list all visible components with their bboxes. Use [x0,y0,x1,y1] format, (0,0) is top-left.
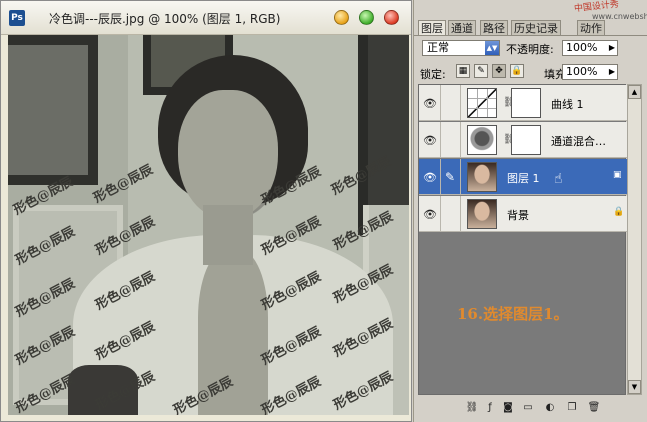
new-layer-icon[interactable]: ❐ [564,400,580,416]
tab-actions[interactable]: 动作 [577,20,605,36]
new-adjustment-layer-icon[interactable]: ◐ [542,400,558,416]
document-title: 冷色调---辰辰.jpg @ 100% (图层 1, RGB) [49,12,281,26]
tab-paths[interactable]: 路径 [480,20,508,36]
blend-mode-value: 正常 [427,41,449,54]
tab-layers[interactable]: 图层 [418,20,446,36]
scroll-down-icon[interactable]: ▼ [628,380,641,394]
chevron-right-icon[interactable]: ▶ [609,41,615,55]
layers-list: 👁 ⛓ 曲线 1 👁 ⛓ 通道混合… 👁 ✎ 图层 1 ☝ ▣ 👁 背景 🔒 1… [418,84,627,395]
image-canvas[interactable]: 形色@辰辰 形色@辰辰 形色@辰辰 形色@辰辰 形色@辰辰 形色@辰辰 形色@辰… [8,35,409,415]
layer-mask-thumbnail[interactable] [511,88,541,118]
lock-icon: 🔒 [613,207,625,217]
layer-style-fx-icon[interactable]: ƒ [482,400,498,416]
tutorial-step-note: 16.选择图层1。 [457,305,569,323]
brush-icon: ✎ [445,170,456,184]
lock-position-move-icon[interactable]: ✥ [492,64,506,78]
visibility-toggle[interactable]: 👁 [419,122,441,158]
layer-name: 背景 [507,209,529,222]
chevron-down-icon[interactable]: ▲▼ [485,41,499,55]
visibility-toggle[interactable]: 👁 [419,159,441,195]
layer-name: 曲线 1 [551,98,584,111]
tabs-divider [414,35,647,36]
delete-layer-trash-icon[interactable]: 🗑 [586,400,602,416]
layer-name: 通道混合… [551,135,606,148]
tab-history[interactable]: 历史记录 [511,20,561,36]
layers-panel: 中国设计秀 www.cnwebshow.com 图层 通道 路径 历史记录 动作… [413,0,647,422]
lock-transparency-icon[interactable]: ▦ [456,64,470,78]
link-cell[interactable]: ✎ [441,159,461,195]
layer-name: 图层 1 [507,172,540,185]
opacity-input[interactable]: 100% ▶ [562,40,618,56]
blend-mode-select[interactable]: 正常 ▲▼ [422,40,500,56]
new-group-folder-icon[interactable]: ▭ [520,400,536,416]
layer-row[interactable]: 👁 背景 🔒 [419,196,627,232]
layers-empty-area: 16.选择图层1。 [419,233,625,394]
layer-style-icon: ▣ [613,170,622,180]
link-cell[interactable] [441,85,461,121]
tab-channels[interactable]: 通道 [448,20,476,36]
eye-icon[interactable]: 👁 [423,97,437,110]
layer-thumbnail[interactable] [467,162,497,192]
channel-mixer-thumbnail[interactable] [467,125,497,155]
opacity-value: 100% [566,41,598,54]
photo-window-frame [8,35,98,185]
chevron-right-icon[interactable]: ▶ [609,65,615,79]
maximize-button[interactable] [359,10,374,25]
photoshop-app-icon: Ps [9,10,25,26]
layer-row[interactable]: 👁 ⛓ 曲线 1 [419,85,627,121]
lock-label: 锁定: [420,68,446,81]
link-cell[interactable] [441,122,461,158]
eye-icon[interactable]: 👁 [423,208,437,221]
opacity-label: 不透明度: [506,43,554,56]
link-layers-icon[interactable]: ⛓ [464,400,480,416]
document-window: Ps 冷色调---辰辰.jpg @ 100% (图层 1, RGB) 形色@辰辰… [0,0,412,422]
link-cell[interactable] [441,196,461,232]
lock-pixels-brush-icon[interactable]: ✎ [474,64,488,78]
fill-value: 100% [566,65,598,78]
document-titlebar[interactable]: Ps 冷色调---辰辰.jpg @ 100% (图层 1, RGB) [1,1,411,35]
layer-row[interactable]: 👁 ⛓ 通道混合… [419,122,627,158]
layer-row-selected[interactable]: 👁 ✎ 图层 1 ☝ ▣ [419,159,627,195]
lock-all-icon[interactable]: 🔒 [510,64,524,78]
layer-thumbnail[interactable] [467,199,497,229]
hand-cursor-icon: ☝ [554,171,563,187]
photo-neck [203,205,253,265]
curves-thumbnail[interactable] [467,88,497,118]
visibility-toggle[interactable]: 👁 [419,85,441,121]
layers-bottom-toolbar: ⛓ ƒ ◙ ▭ ◐ ❐ 🗑 [414,398,647,422]
close-button[interactable] [384,10,399,25]
fill-input[interactable]: 100% ▶ [562,64,618,80]
eye-icon[interactable]: 👁 [423,171,437,184]
minimize-button[interactable] [334,10,349,25]
eye-icon[interactable]: 👁 [423,134,437,147]
layer-mask-thumbnail[interactable] [511,125,541,155]
add-mask-icon[interactable]: ◙ [500,400,516,416]
scroll-up-icon[interactable]: ▲ [628,85,641,99]
visibility-toggle[interactable]: 👁 [419,196,441,232]
layers-scrollbar[interactable]: ▲ ▼ [627,84,642,395]
